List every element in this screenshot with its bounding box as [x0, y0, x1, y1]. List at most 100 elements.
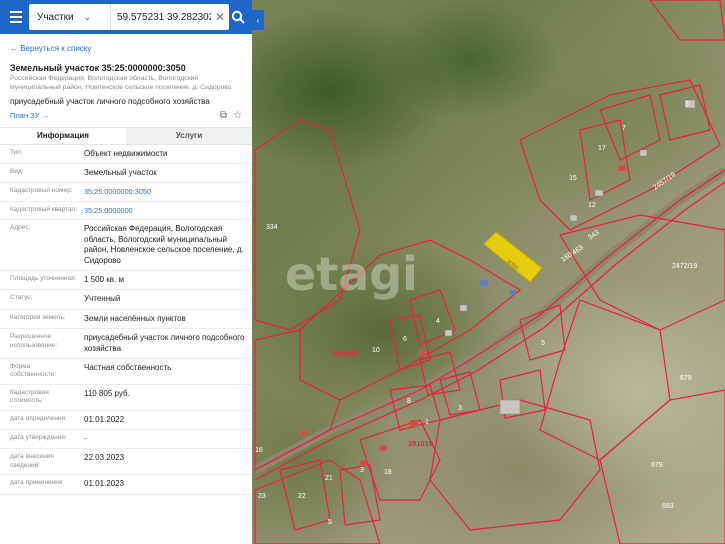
plot-number: 1: [425, 419, 429, 426]
selected-plot[interactable]: [483, 231, 543, 283]
property-value: Частная собственность: [84, 362, 172, 372]
plot-number: 18: [384, 469, 392, 476]
info-panel: Участки ⌄ ✕ ← Вернуться к списку Земельн…: [0, 0, 252, 544]
property-value: 01.01.2022: [84, 414, 125, 424]
property-row: Кадастровый квартал: 35:25:0000000: [0, 202, 252, 221]
property-key: Статус:: [10, 294, 33, 302]
plot-number: 6: [403, 336, 407, 343]
property-value: Земельный участок: [84, 168, 157, 178]
plot-number: 3: [360, 467, 364, 474]
category-select[interactable]: Участки ⌄: [29, 4, 111, 30]
property-row: Кадастровая стоимость: 110 805 руб.: [0, 385, 252, 411]
property-key: Адрес:: [10, 224, 31, 232]
plot-number: 15: [569, 175, 577, 182]
property-key: Вид:: [10, 168, 24, 176]
plot-number: 8: [407, 398, 411, 405]
property-key: Форма собственности:: [10, 362, 57, 379]
property-value: 01.01.2023: [84, 479, 125, 489]
property-key: дата утверждения:: [10, 434, 67, 442]
plot-number: 10: [372, 347, 380, 354]
property-key: Кадастровый номер:: [10, 187, 73, 195]
property-key: Кадастровый квартал:: [10, 205, 78, 213]
object-title: Земельный участок 35:25:0000000:3050: [10, 63, 186, 73]
property-key: Разрешенное использование:: [10, 333, 58, 349]
tab-information[interactable]: Информация: [0, 127, 126, 144]
property-row: Тип: Объект недвижимости: [0, 145, 252, 165]
plot-number: 463: [571, 244, 585, 256]
object-purpose: приусадебный участок личного подсобного …: [10, 96, 210, 106]
property-row: Форма собственности: Частная собственност…: [0, 359, 252, 385]
property-row: дата утверждения: -: [0, 430, 252, 450]
plot-number: 17: [598, 145, 606, 152]
property-key: Кадастровая стоимость:: [10, 388, 49, 405]
tabs: Информация Услуги: [0, 126, 252, 145]
plot-number: 21: [325, 475, 333, 482]
property-value: Земли населённых пунктов: [84, 313, 186, 323]
property-list: Тип: Объект недвижимости Вид: Земельный уч…: [0, 145, 252, 495]
plan-link[interactable]: План ЗУ →: [10, 111, 49, 120]
search-bar: Участки ⌄ ✕: [0, 0, 252, 34]
plot-number: 22: [298, 493, 306, 500]
tab-services[interactable]: Услуги: [126, 127, 252, 144]
plot-number: 2472/19: [672, 263, 697, 270]
plot-number: 16: [255, 447, 263, 454]
search-box: Участки ⌄ ✕: [28, 4, 230, 30]
plot-number: 3: [458, 405, 462, 412]
road: [252, 166, 725, 474]
plot-number: 683: [662, 503, 674, 510]
property-key: дата внесения сведений:: [10, 453, 54, 469]
property-row: дата применения: 01.01.2023: [0, 475, 252, 495]
plot-number: 5: [541, 340, 545, 347]
property-value: 1 500 кв. м: [84, 274, 124, 284]
plot-number: 4: [436, 318, 440, 325]
property-row: Статус: Учтенный: [0, 290, 252, 310]
plot-number: 2457/19: [652, 171, 677, 191]
plot-numbers: 334 3 7 17 15 12 4 6 10 5 8 1 3 16 23 21…: [255, 101, 697, 526]
plot-number: 343: [587, 229, 601, 241]
property-row: дата определения: 01.01.2022: [0, 411, 252, 431]
collapse-panel-button[interactable]: ‹: [252, 10, 264, 30]
property-key: дата применения:: [10, 479, 65, 487]
menu-icon[interactable]: [6, 6, 23, 28]
copy-icon[interactable]: ⧉: [220, 110, 227, 121]
property-value: 22.03.2023: [84, 453, 125, 463]
object-address: Российская Федерация, Вологодская област…: [10, 75, 232, 91]
property-value: приусадебный участок личного подсобного …: [84, 333, 245, 353]
plot-number: 7: [622, 125, 626, 132]
property-row: Вид: Земельный участок: [0, 164, 252, 184]
search-input[interactable]: [110, 11, 211, 23]
plan-actions: ⧉ ☆: [220, 110, 242, 121]
plot-number: 12: [588, 202, 596, 209]
plot-number: 5: [328, 519, 332, 526]
star-icon[interactable]: ☆: [233, 110, 242, 121]
property-value: 110 805 руб.: [84, 388, 130, 398]
property-key: Площадь уточненная:: [10, 274, 77, 282]
back-to-list-link[interactable]: ← Вернуться к списку: [0, 34, 252, 59]
property-value: Российская Федерация, Вологодская област…: [84, 224, 244, 265]
plot-number: 679: [651, 462, 663, 469]
search-icon[interactable]: [229, 6, 246, 28]
plot-number: 3: [685, 101, 689, 108]
cadastral-quarter-label: 10:1011: [331, 349, 358, 358]
property-row: Разрешенное использование: приусадебный у…: [0, 329, 252, 359]
plot-number: 679: [680, 375, 692, 382]
property-row: Кадастровый номер: 35:25:0000000:3050: [0, 183, 252, 202]
property-value: Объект недвижимости: [84, 148, 168, 158]
property-key: Тип:: [10, 148, 23, 156]
property-key: дата определения:: [10, 414, 67, 422]
cadastral-number-link[interactable]: 35:25:0000000:3050: [82, 183, 252, 200]
category-label: Участки: [36, 11, 74, 23]
cadastral-quarter-link[interactable]: 35:25:0000000: [82, 202, 252, 219]
watermark-logo: etagi: [285, 247, 418, 301]
property-key: Категория земель:: [10, 313, 66, 321]
chevron-down-icon: ⌄: [83, 11, 92, 22]
property-row: Категория земель: Земли населённых пункто…: [0, 310, 252, 330]
property-row: Адрес: Российская Федерация, Вологодская …: [0, 220, 252, 271]
cadastral-quarter-label: 201019: [408, 439, 433, 448]
property-row: дата внесения сведений: 22.03.2023: [0, 449, 252, 476]
plan-row: План ЗУ → ⧉ ☆: [0, 106, 252, 127]
plot-number: 334: [266, 224, 278, 231]
close-icon[interactable]: ✕: [211, 10, 229, 24]
property-value: Учтенный: [84, 294, 121, 304]
plot-number: 23: [258, 493, 266, 500]
